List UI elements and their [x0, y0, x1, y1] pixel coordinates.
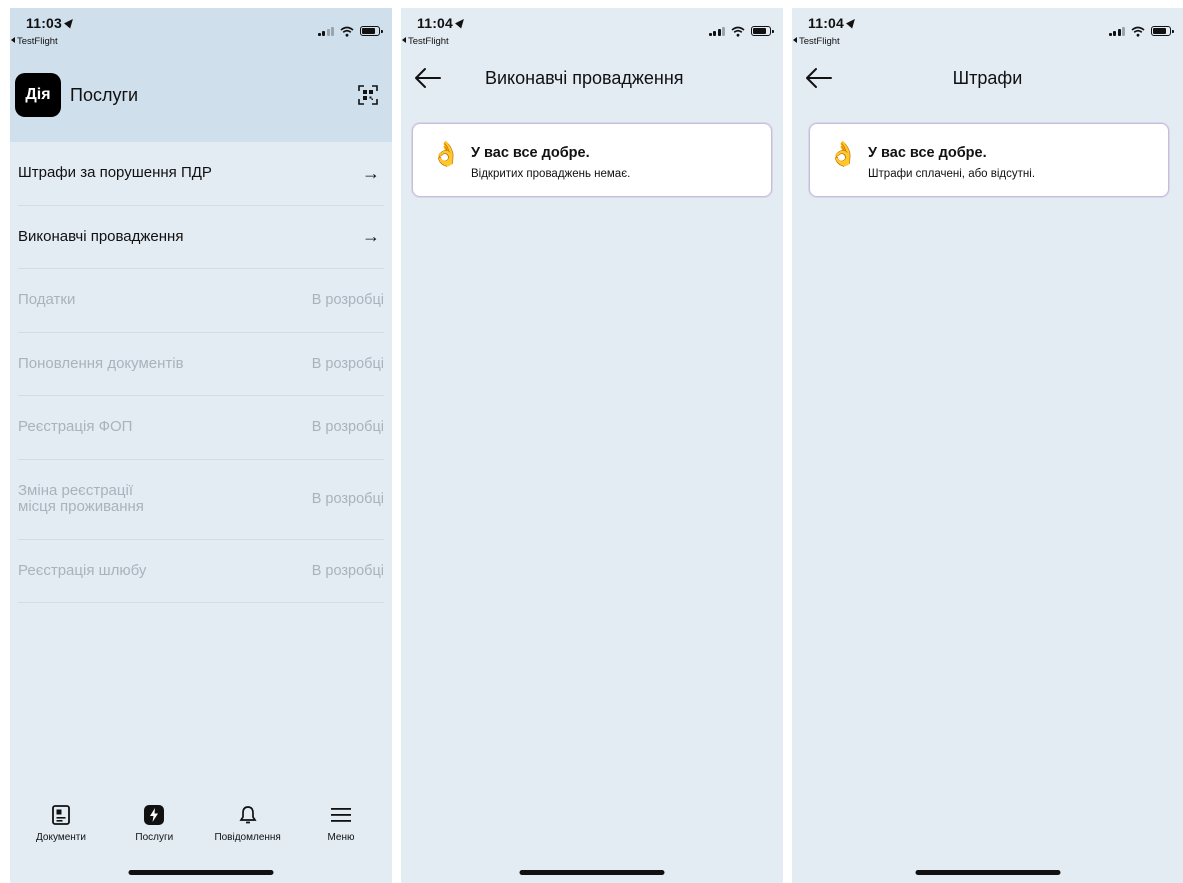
- arrow-right-icon: →: [362, 226, 380, 247]
- wifi-icon: [731, 26, 745, 37]
- status-bar: 11:03 TestFlight: [10, 8, 392, 54]
- card-title: У вас все добре.: [471, 145, 590, 161]
- card-subtitle: Штрафи сплачені, або відсутні.: [868, 168, 1036, 180]
- fines-screen: 11:04 TestFlight Штрафи 👌 У вас все добр…: [792, 8, 1183, 883]
- service-marriage-registration: Реєстрація шлюбу В розробці: [18, 540, 384, 603]
- page-title: Штрафи: [952, 68, 1023, 88]
- service-traffic-fines[interactable]: Штрафи за порушення ПДР →: [18, 142, 384, 206]
- ok-hand-icon: 👌: [828, 141, 858, 168]
- back-triangle-icon: [11, 37, 15, 43]
- tab-services[interactable]: Послуги: [109, 791, 199, 843]
- back-to-app-link[interactable]: TestFlight: [402, 36, 449, 47]
- status-label: В розробці: [311, 292, 384, 309]
- services-list: Штрафи за порушення ПДР → Виконавчі пров…: [18, 142, 384, 603]
- location-icon: [455, 16, 468, 29]
- home-indicator[interactable]: [128, 870, 274, 875]
- back-to-app-link[interactable]: TestFlight: [11, 36, 58, 47]
- status-bar: 11:04 TestFlight: [792, 8, 1183, 54]
- status-card: 👌 У вас все добре. Відкритих проваджень …: [412, 123, 772, 197]
- location-icon: [846, 16, 859, 29]
- status-label: В розробці: [311, 355, 384, 372]
- ok-hand-icon: 👌: [431, 141, 461, 168]
- service-residence-change: Зміна реєстрації місця проживання В розро…: [18, 460, 384, 540]
- back-to-app-link[interactable]: TestFlight: [793, 36, 840, 47]
- system-icons: [317, 25, 383, 37]
- status-label: В розробці: [311, 562, 384, 579]
- status-card: 👌 У вас все добре. Штрафи сплачені, або …: [809, 123, 1169, 197]
- signal-icon: [1108, 26, 1125, 36]
- status-bar: 11:04 TestFlight: [401, 8, 783, 54]
- document-icon: [50, 804, 72, 826]
- service-name-line1: Зміна реєстрації: [18, 482, 133, 499]
- signal-icon: [317, 26, 334, 36]
- menu-icon: [330, 804, 352, 826]
- back-triangle-icon: [402, 37, 406, 43]
- back-triangle-icon: [793, 37, 797, 43]
- service-enforcement-proceedings[interactable]: Виконавчі провадження →: [18, 206, 384, 269]
- service-document-renewal: Поновлення документів В розробці: [18, 333, 384, 396]
- qr-scan-icon[interactable]: [358, 85, 378, 105]
- status-time: 11:03: [26, 15, 77, 31]
- card-title: У вас все добре.: [868, 145, 987, 161]
- wifi-icon: [1131, 26, 1145, 37]
- card-subtitle: Відкритих проваджень немає.: [471, 168, 631, 180]
- service-taxes: Податки В розробці: [18, 269, 384, 333]
- arrow-right-icon: →: [362, 162, 380, 183]
- home-indicator[interactable]: [915, 870, 1060, 875]
- system-icons: [708, 25, 774, 37]
- wifi-icon: [340, 26, 354, 37]
- status-label: В розробці: [311, 419, 384, 436]
- signal-icon: [708, 26, 725, 36]
- tab-bar: Документи Послуги Повідомлення Меню: [10, 791, 392, 843]
- tab-menu[interactable]: Меню: [296, 791, 386, 843]
- battery-icon: [360, 26, 383, 36]
- page-title: Послуги: [70, 85, 139, 105]
- home-indicator[interactable]: [519, 870, 665, 875]
- service-name-line2: місця проживання: [18, 498, 144, 515]
- system-icons: [1108, 25, 1174, 37]
- diia-logo: Дія: [15, 73, 61, 117]
- status-label: В розробці: [311, 491, 384, 507]
- status-time: 11:04: [417, 15, 468, 31]
- lightning-icon: [143, 804, 165, 826]
- enforcement-screen: 11:04 TestFlight Виконавчі провадження 👌…: [401, 8, 783, 883]
- battery-icon: [751, 26, 774, 36]
- status-time: 11:04: [808, 15, 859, 31]
- battery-icon: [1151, 26, 1174, 36]
- bell-icon: [237, 804, 259, 826]
- service-fop-registration: Реєстрація ФОП В розробці: [18, 396, 384, 460]
- page-title: Виконавчі провадження: [485, 68, 684, 88]
- services-screen: 11:03 TestFlight Дія Послуги Штрафи за п…: [10, 8, 392, 883]
- location-icon: [64, 16, 77, 29]
- tab-notifications[interactable]: Повідомлення: [203, 791, 293, 843]
- tab-documents[interactable]: Документи: [16, 791, 106, 843]
